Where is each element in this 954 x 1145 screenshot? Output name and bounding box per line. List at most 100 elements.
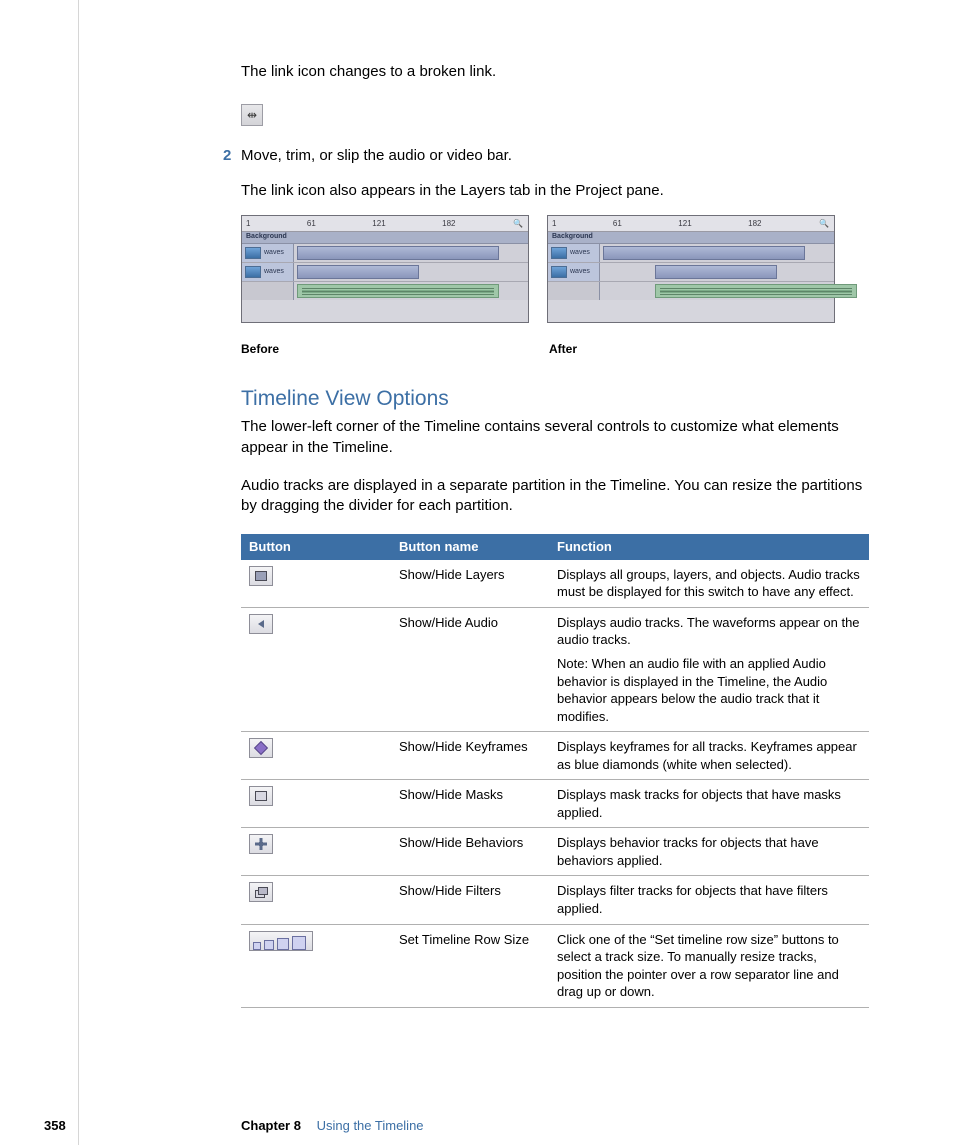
audio-icon xyxy=(249,614,273,634)
ruler-tick: 121 xyxy=(372,219,385,230)
table-row: Show/Hide Layers Displays all groups, la… xyxy=(241,560,869,608)
audio-track-row xyxy=(242,282,528,300)
table-row: Set Timeline Row Size Click one of the “… xyxy=(241,924,869,1007)
row-size-icon xyxy=(249,931,313,951)
track-thumb xyxy=(245,266,261,278)
track-name: waves xyxy=(570,267,590,276)
row-function: Click one of the “Set timeline row size”… xyxy=(549,924,869,1007)
video-track-row: waves xyxy=(548,244,834,263)
chapter-number: Chapter 8 xyxy=(241,1118,301,1133)
step-row: 2 Move, trim, or slip the audio or video… xyxy=(241,146,869,166)
timeline-ruler: 1 61 121 182 🔍 xyxy=(548,216,834,232)
row-function: Displays filter tracks for objects that … xyxy=(549,876,869,924)
table-row: Show/Hide Masks Displays mask tracks for… xyxy=(241,780,869,828)
track-name: waves xyxy=(570,248,590,257)
magnifier-icon: 🔍 xyxy=(512,220,524,230)
table-row: Show/Hide Audio Displays audio tracks. T… xyxy=(241,607,869,731)
audio-bar xyxy=(655,284,857,298)
row-name: Show/Hide Audio xyxy=(391,607,549,731)
track-body xyxy=(600,244,834,262)
page-number: 358 xyxy=(44,1117,66,1135)
video-bar xyxy=(297,246,499,260)
row-function: Displays keyframes for all tracks. Keyfr… xyxy=(549,732,869,780)
table-header-func: Function xyxy=(549,534,869,560)
track-head: waves xyxy=(242,263,294,281)
magnifier-icon: 🔍 xyxy=(818,220,830,230)
row-name: Show/Hide Masks xyxy=(391,780,549,828)
options-table: Button Button name Function Show/Hide La… xyxy=(241,534,869,1007)
audio-track-row xyxy=(548,282,834,300)
row-name: Show/Hide Behaviors xyxy=(391,828,549,876)
background-label: Background xyxy=(548,232,834,244)
track-thumb xyxy=(245,247,261,259)
timeline-screenshot-before: 1 61 121 182 🔍 Background waves xyxy=(241,215,529,323)
track-head: waves xyxy=(548,263,600,281)
table-row: Show/Hide Behaviors Displays behavior tr… xyxy=(241,828,869,876)
ruler-tick: 1 xyxy=(552,219,556,230)
track-body xyxy=(600,263,834,281)
row-function-main: Displays audio tracks. The waveforms app… xyxy=(557,614,861,649)
filters-icon xyxy=(249,882,273,902)
row-function: Displays all groups, layers, and objects… xyxy=(549,560,869,608)
track-body xyxy=(294,263,528,281)
ruler-tick: 182 xyxy=(442,219,455,230)
track-body xyxy=(294,244,528,262)
caption-after: After xyxy=(549,341,839,357)
track-thumb xyxy=(551,266,567,278)
video-bar xyxy=(297,265,419,279)
video-track-row: waves xyxy=(548,263,834,282)
intro-line-1: The link icon changes to a broken link. xyxy=(241,62,869,82)
ruler-tick: 1 xyxy=(246,219,250,230)
audio-bar xyxy=(297,284,499,298)
timeline-ruler: 1 61 121 182 🔍 xyxy=(242,216,528,232)
row-name: Set Timeline Row Size xyxy=(391,924,549,1007)
step-number: 2 xyxy=(223,146,231,166)
chapter-title: Using the Timeline xyxy=(317,1118,424,1133)
keyframes-icon xyxy=(249,738,273,758)
timeline-screenshot-after: 1 61 121 182 🔍 Background waves xyxy=(547,215,835,323)
track-thumb xyxy=(551,247,567,259)
behaviors-icon xyxy=(249,834,273,854)
left-margin-rule xyxy=(78,0,79,1145)
table-header-name: Button name xyxy=(391,534,549,560)
body-paragraph-1: The lower-left corner of the Timeline co… xyxy=(241,417,869,458)
audio-body xyxy=(294,282,528,300)
table-row: Show/Hide Filters Displays filter tracks… xyxy=(241,876,869,924)
main-content: The link icon changes to a broken link. … xyxy=(241,62,869,1008)
track-head xyxy=(548,282,600,300)
body-paragraph-2: Audio tracks are displayed in a separate… xyxy=(241,476,869,517)
ruler-tick: 121 xyxy=(678,219,691,230)
intro-line-2: The link icon also appears in the Layers… xyxy=(241,181,869,201)
table-row: Show/Hide Keyframes Displays keyframes f… xyxy=(241,732,869,780)
video-bar xyxy=(655,265,777,279)
track-head: waves xyxy=(242,244,294,262)
track-name: waves xyxy=(264,267,284,276)
row-name: Show/Hide Keyframes xyxy=(391,732,549,780)
ruler-tick: 61 xyxy=(613,219,622,230)
table-header-button: Button xyxy=(241,534,391,560)
row-function: Displays audio tracks. The waveforms app… xyxy=(549,607,869,731)
figure-captions: Before After xyxy=(241,341,869,357)
row-function: Displays behavior tracks for objects tha… xyxy=(549,828,869,876)
ruler-tick: 182 xyxy=(748,219,761,230)
section-heading: Timeline View Options xyxy=(241,385,869,413)
row-name: Show/Hide Filters xyxy=(391,876,549,924)
video-track-row: waves xyxy=(242,263,528,282)
chapter-label: Chapter 8 Using the Timeline xyxy=(241,1117,424,1135)
audio-body xyxy=(600,282,834,300)
layers-icon xyxy=(249,566,273,586)
figure-row: 1 61 121 182 🔍 Background waves xyxy=(241,215,869,323)
track-head: waves xyxy=(548,244,600,262)
masks-icon xyxy=(249,786,273,806)
video-bar xyxy=(603,246,805,260)
video-track-row: waves xyxy=(242,244,528,263)
row-function: Displays mask tracks for objects that ha… xyxy=(549,780,869,828)
broken-link-icon: ⇹ xyxy=(241,104,263,126)
row-function-note: Note: When an audio file with an applied… xyxy=(557,655,861,725)
step-text: Move, trim, or slip the audio or video b… xyxy=(241,146,869,166)
ruler-tick: 61 xyxy=(307,219,316,230)
track-head xyxy=(242,282,294,300)
row-name: Show/Hide Layers xyxy=(391,560,549,608)
caption-before: Before xyxy=(241,341,531,357)
track-name: waves xyxy=(264,248,284,257)
